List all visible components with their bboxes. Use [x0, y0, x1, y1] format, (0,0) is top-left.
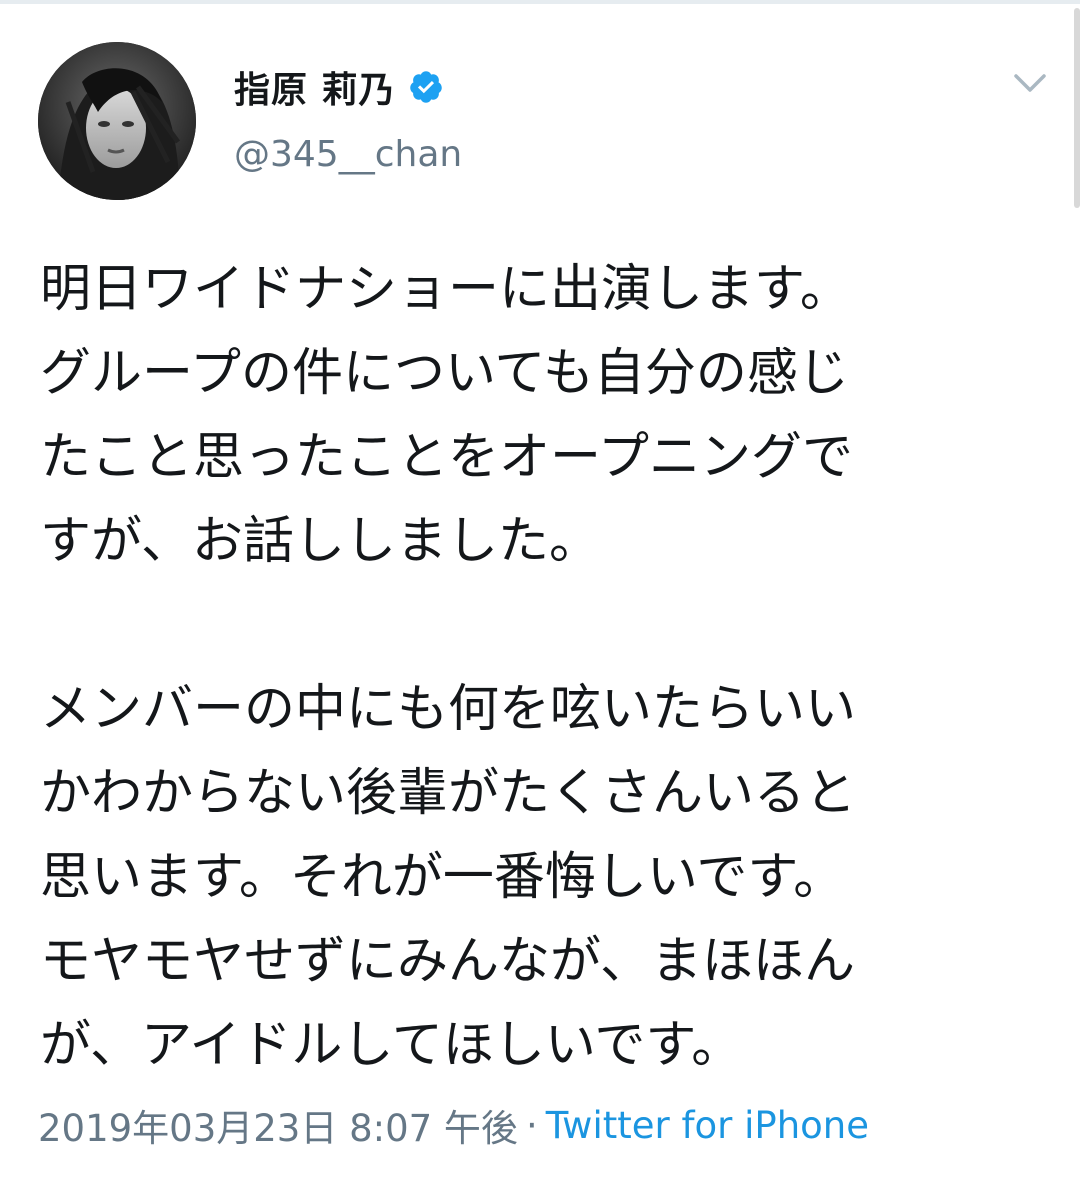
avatar[interactable] [38, 42, 196, 200]
verified-badge-icon [409, 71, 442, 103]
chevron-down-icon[interactable] [1010, 66, 1050, 102]
meta-separator: · [525, 1103, 538, 1147]
tweet-timestamp[interactable]: 2019年03月23日 8:07 午後 [38, 1098, 518, 1152]
tweet-detail: 指原 莉乃 @345__chan 明日ワイドナショーに出演します。 グループの件… [0, 0, 1080, 1186]
display-name[interactable]: 指原 莉乃 [234, 61, 396, 113]
scrollbar[interactable] [1074, 8, 1080, 208]
tweet-meta: 2019年03月23日 8:07 午後 · Twitter for iPhone [38, 1098, 869, 1152]
user-handle[interactable]: @345__chan [234, 134, 462, 175]
tweet-source-link[interactable]: Twitter for iPhone [546, 1104, 869, 1147]
top-divider [0, 0, 1080, 4]
profile-photo-icon [38, 42, 196, 200]
tweet-text: 明日ワイドナショーに出演します。 グループの件についても自分の感じ たこと思った… [40, 260, 857, 1075]
name-row: 指原 莉乃 [234, 60, 444, 114]
